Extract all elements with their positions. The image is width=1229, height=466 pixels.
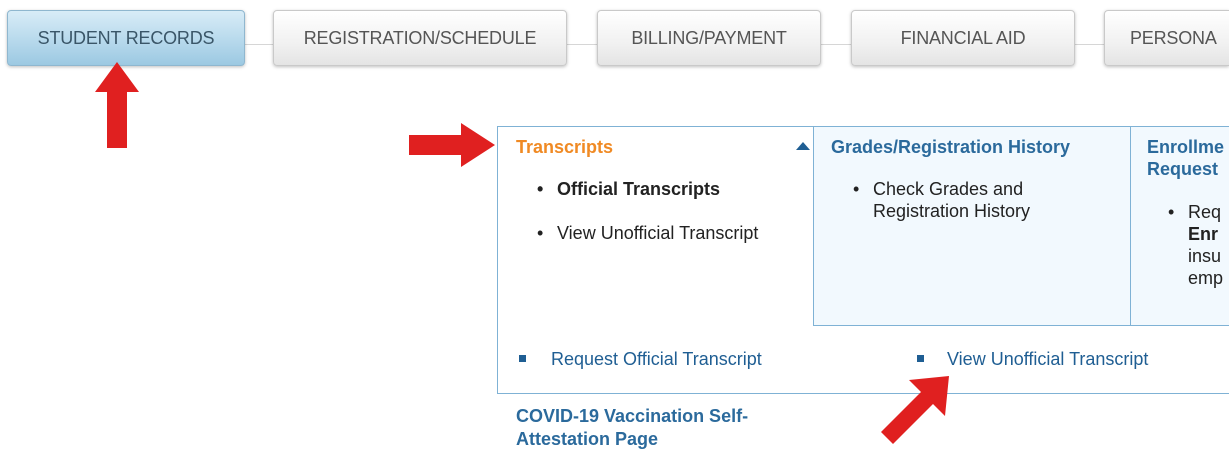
item-line3: insu	[1188, 246, 1222, 266]
square-bullet-icon	[519, 355, 526, 362]
tab-financial-aid[interactable]: FINANCIAL AID	[851, 10, 1075, 66]
view-unofficial-transcript-link[interactable]: View Unofficial Transcript	[947, 348, 1148, 370]
enrollment-item[interactable]: • Req Enr insu emp	[1168, 201, 1224, 289]
arrow-up-annotation	[95, 62, 139, 148]
caret-up-icon[interactable]	[796, 142, 810, 150]
grades-heading[interactable]: Grades/Registration History	[831, 136, 1070, 158]
check-grades-item[interactable]: • Check Grades and Registration History	[853, 178, 1031, 222]
row-divider	[814, 325, 1229, 326]
view-unofficial-transcript-item[interactable]: • View Unofficial Transcript	[537, 222, 759, 244]
item-label: View Unofficial Transcript	[557, 223, 759, 243]
item-line1: Req	[1188, 202, 1222, 222]
heading-line2: Request	[1147, 159, 1219, 179]
item-label: Official Transcripts	[557, 179, 721, 199]
arrow-right-annotation	[409, 123, 495, 167]
item-line4: emp	[1188, 268, 1224, 288]
tab-student-records[interactable]: STUDENT RECORDS	[7, 10, 245, 66]
covid-vaccination-heading[interactable]: COVID-19 Vaccination Self- Attestation P…	[516, 405, 748, 451]
bullet-icon: •	[1168, 202, 1175, 222]
arrow-diagonal-annotation	[881, 376, 949, 444]
tab-personal[interactable]: PERSONA	[1104, 10, 1229, 66]
tab-label: REGISTRATION/SCHEDULE	[303, 27, 537, 48]
square-bullet-icon	[917, 355, 924, 362]
enrollment-heading[interactable]: Enrollme Request	[1147, 136, 1224, 180]
bullet-icon: •	[537, 223, 544, 243]
item-label-line1: Check Grades and	[873, 179, 1024, 199]
item-label-line2: Registration History	[873, 201, 1031, 221]
heading-line1: COVID-19 Vaccination Self-	[516, 406, 749, 426]
tab-label: PERSONA	[1130, 27, 1217, 48]
request-official-transcript-link[interactable]: Request Official Transcript	[551, 348, 762, 370]
heading-line2: Attestation Page	[516, 429, 659, 449]
official-transcripts-item[interactable]: • Official Transcripts	[537, 178, 721, 200]
item-line2: Enr	[1188, 224, 1219, 244]
heading-line1: Enrollme	[1147, 137, 1225, 157]
column-divider	[1130, 127, 1131, 326]
transcripts-heading[interactable]: Transcripts	[516, 136, 613, 158]
bullet-icon: •	[853, 179, 860, 199]
bullet-icon: •	[537, 179, 544, 199]
tab-label: STUDENT RECORDS	[37, 27, 215, 48]
tab-registration-schedule[interactable]: REGISTRATION/SCHEDULE	[273, 10, 567, 66]
column-divider	[813, 127, 814, 326]
tab-billing-payment[interactable]: BILLING/PAYMENT	[597, 10, 821, 66]
tab-label: FINANCIAL AID	[900, 27, 1026, 48]
tab-label: BILLING/PAYMENT	[631, 27, 787, 48]
